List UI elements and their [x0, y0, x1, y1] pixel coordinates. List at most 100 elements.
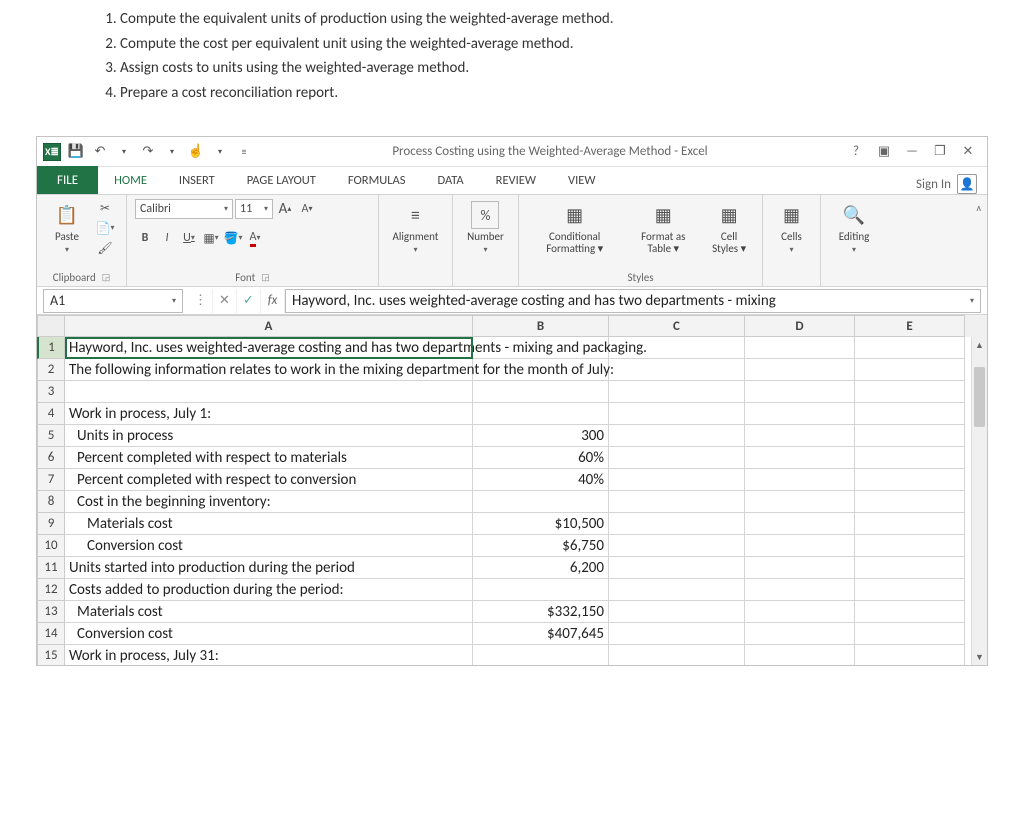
fb-more-icon[interactable]: ⋮: [189, 289, 213, 313]
cell[interactable]: Cost in the beginning inventory:: [65, 491, 473, 513]
close-button[interactable]: ✕: [959, 143, 977, 161]
cell[interactable]: Units started into production during the…: [65, 557, 473, 579]
cell[interactable]: Materials cost: [65, 601, 473, 623]
cell[interactable]: [745, 491, 855, 513]
cell[interactable]: [745, 513, 855, 535]
cell[interactable]: 60%: [473, 447, 609, 469]
clipboard-dialog-launcher[interactable]: ◲: [102, 272, 111, 283]
row-header[interactable]: 9: [37, 513, 65, 535]
col-header-E[interactable]: E: [855, 315, 965, 337]
bold-button[interactable]: B: [135, 229, 155, 247]
qat-dd-1[interactable]: ▾: [115, 143, 133, 161]
cell[interactable]: [609, 469, 745, 491]
cancel-entry-icon[interactable]: ✕: [213, 289, 237, 313]
font-size-input[interactable]: 11▾: [235, 199, 273, 219]
col-header-D[interactable]: D: [745, 315, 855, 337]
cell[interactable]: [609, 403, 745, 425]
cell[interactable]: 6,200: [473, 557, 609, 579]
cell[interactable]: Work in process, July 1:: [65, 403, 473, 425]
cell[interactable]: Conversion cost: [65, 623, 473, 645]
cell[interactable]: [855, 557, 965, 579]
scroll-down-icon[interactable]: ▼: [972, 649, 987, 665]
cell[interactable]: [473, 579, 609, 601]
cell[interactable]: [609, 579, 745, 601]
row-header[interactable]: 15: [37, 645, 65, 665]
cell[interactable]: [609, 491, 745, 513]
cell[interactable]: [855, 425, 965, 447]
row-header[interactable]: 4: [37, 403, 65, 425]
font-dialog-launcher[interactable]: ◲: [261, 272, 270, 283]
shrink-font-icon[interactable]: A▾: [297, 200, 317, 218]
tab-insert[interactable]: INSERT: [163, 166, 231, 194]
save-icon[interactable]: 💾: [67, 143, 85, 161]
number-format-button[interactable]: % Number ▾: [463, 199, 508, 257]
cell[interactable]: 300: [473, 425, 609, 447]
tab-view[interactable]: VIEW: [552, 166, 611, 194]
cell[interactable]: [855, 491, 965, 513]
cell[interactable]: [65, 337, 473, 359]
cell[interactable]: [745, 425, 855, 447]
tab-data[interactable]: DATA: [422, 166, 480, 194]
cell[interactable]: 40%: [473, 469, 609, 491]
row-header[interactable]: 3: [37, 381, 65, 403]
cell[interactable]: [745, 337, 855, 359]
row-header[interactable]: 12: [37, 579, 65, 601]
formula-input[interactable]: Hayword, Inc. uses weighted-average cost…: [285, 289, 981, 313]
underline-button[interactable]: U ▾: [179, 229, 199, 247]
cell[interactable]: Conversion cost: [65, 535, 473, 557]
cell[interactable]: $6,750: [473, 535, 609, 557]
cell[interactable]: Work in process, July 31:: [65, 645, 473, 665]
vertical-scrollbar[interactable]: ▲ ▼: [971, 337, 987, 665]
cell[interactable]: [609, 381, 745, 403]
restore-button[interactable]: ❐: [931, 143, 949, 161]
cell[interactable]: [473, 337, 609, 359]
cell[interactable]: Percent completed with respect to materi…: [65, 447, 473, 469]
select-all-corner[interactable]: [37, 315, 65, 337]
undo-icon[interactable]: ↶: [91, 143, 109, 161]
conditional-formatting-button[interactable]: ▦ Conditional Formatting ▾: [527, 199, 622, 257]
cell-styles-button[interactable]: ▦ Cell Styles ▾: [704, 199, 754, 257]
cell[interactable]: [745, 557, 855, 579]
cell[interactable]: [609, 645, 745, 665]
cell[interactable]: [855, 645, 965, 665]
qat-dd-2[interactable]: ▾: [163, 143, 181, 161]
cell[interactable]: $10,500: [473, 513, 609, 535]
cell[interactable]: [609, 623, 745, 645]
font-color-icon[interactable]: A ▾: [245, 229, 265, 247]
cell[interactable]: [609, 359, 745, 381]
copy-icon[interactable]: 📄▾: [95, 219, 115, 237]
scroll-up-icon[interactable]: ▲: [972, 337, 987, 353]
italic-button[interactable]: I: [157, 229, 177, 247]
cells-button[interactable]: ▦ Cells ▾: [770, 199, 814, 257]
cut-icon[interactable]: ✂: [95, 199, 115, 217]
touch-mode-icon[interactable]: ☝: [187, 143, 205, 161]
cell[interactable]: [609, 601, 745, 623]
row-header[interactable]: 10: [37, 535, 65, 557]
cell[interactable]: [609, 425, 745, 447]
tab-home[interactable]: HOME: [98, 166, 163, 194]
cell[interactable]: [473, 403, 609, 425]
row-header[interactable]: 1: [37, 337, 65, 359]
cell[interactable]: $332,150: [473, 601, 609, 623]
cell[interactable]: [65, 359, 473, 381]
col-header-A[interactable]: A: [65, 315, 473, 337]
cell[interactable]: [855, 359, 965, 381]
cell[interactable]: [473, 491, 609, 513]
tab-file[interactable]: FILE: [37, 166, 98, 194]
cell[interactable]: [473, 645, 609, 665]
format-as-table-button[interactable]: ▦ Format as Table ▾: [628, 199, 698, 257]
ribbon-display-options[interactable]: ▣: [875, 143, 893, 161]
font-name-input[interactable]: Calibri▾: [135, 199, 233, 219]
cell[interactable]: [855, 469, 965, 491]
minimize-button[interactable]: —: [903, 143, 921, 161]
sign-in[interactable]: Sign In 👤: [916, 174, 987, 194]
redo-icon[interactable]: ↷: [139, 143, 157, 161]
cell[interactable]: [745, 381, 855, 403]
cell[interactable]: [855, 579, 965, 601]
cell[interactable]: [609, 513, 745, 535]
format-painter-icon[interactable]: 🖌: [95, 239, 115, 257]
cell[interactable]: [745, 403, 855, 425]
scroll-thumb[interactable]: [974, 367, 985, 427]
cell[interactable]: [609, 337, 745, 359]
cell[interactable]: $407,645: [473, 623, 609, 645]
